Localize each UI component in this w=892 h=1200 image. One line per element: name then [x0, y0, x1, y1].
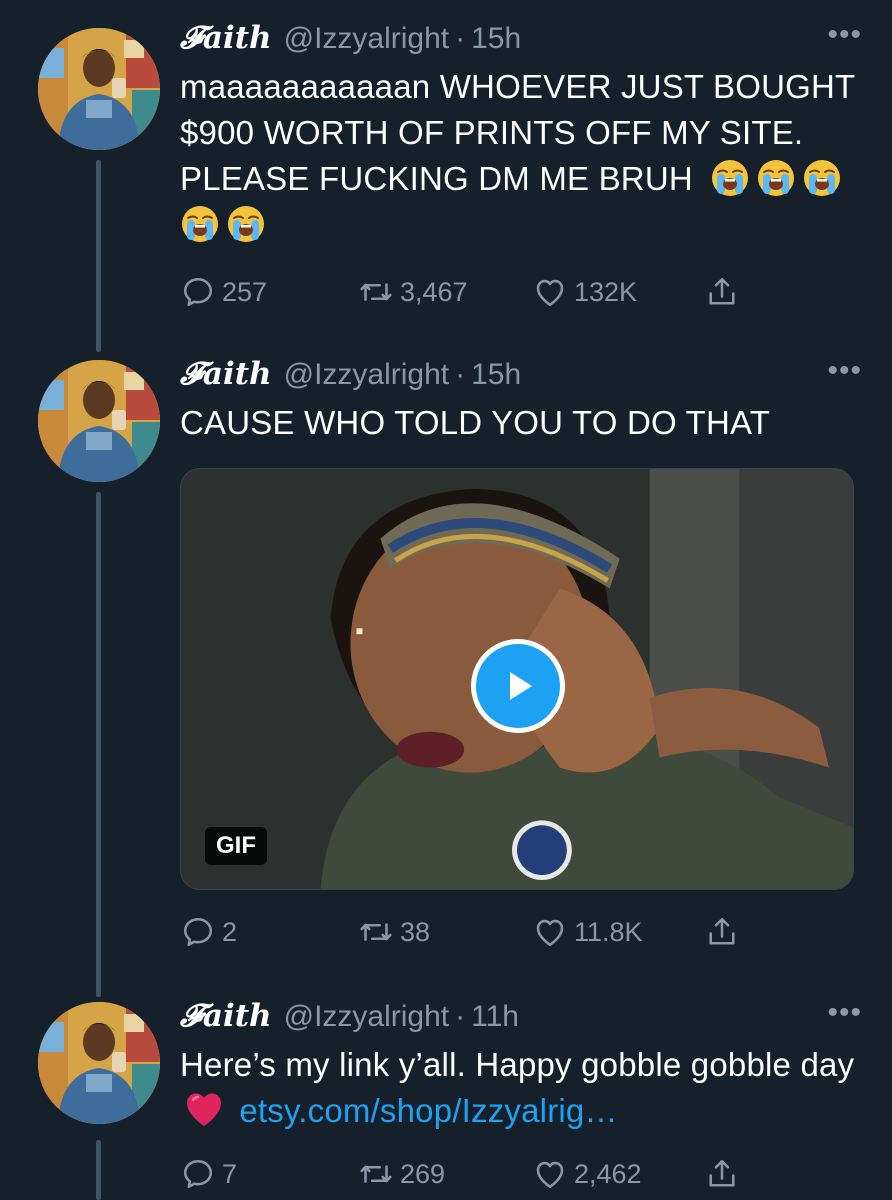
- retweet-count: 38: [400, 916, 431, 947]
- red-heart-icon: [184, 1090, 224, 1130]
- like-count: 11.8K: [574, 916, 643, 947]
- share-icon: [704, 274, 740, 310]
- separator-dot: ·: [455, 22, 466, 55]
- user-handle[interactable]: @Izzyalright: [284, 22, 450, 56]
- play-icon: [510, 672, 532, 700]
- reply-icon: [180, 274, 216, 310]
- loudly-crying-face-icon: [802, 158, 842, 198]
- tweet-body: Here’s my link y’all. Happy gobble gobbl…: [180, 1046, 855, 1083]
- tweet-text: Here’s my link y’all. Happy gobble gobbl…: [180, 1042, 862, 1134]
- reply-count: 257: [222, 276, 268, 307]
- retweet-count: 269: [400, 1158, 446, 1189]
- timestamp[interactable]: 15h: [471, 358, 521, 392]
- share-icon: [704, 914, 740, 950]
- reply-button[interactable]: 2: [180, 912, 237, 952]
- tweet-actions: 257 3,467 132K: [180, 272, 780, 312]
- tweet-actions: 2 38 11.8K: [180, 912, 780, 952]
- reply-count: 7: [222, 1158, 238, 1189]
- like-button[interactable]: 11.8K: [532, 912, 643, 952]
- more-icon[interactable]: •••: [827, 998, 862, 1028]
- more-icon[interactable]: •••: [827, 20, 862, 50]
- play-button[interactable]: [471, 639, 565, 733]
- share-button[interactable]: [704, 272, 746, 312]
- like-icon: [532, 1156, 568, 1192]
- display-name[interactable]: 𝓕aith: [180, 20, 272, 57]
- avatar[interactable]: [38, 28, 160, 150]
- display-name[interactable]: 𝓕aith: [180, 356, 272, 393]
- separator-dot: ·: [455, 1000, 466, 1033]
- tweet[interactable]: 𝓕aith @Izzyalright · 15h ••• maaaaaaaaaa…: [0, 0, 892, 340]
- tweet[interactable]: 𝓕aith @Izzyalright · 11h ••• Here’s my l…: [0, 980, 892, 1200]
- reply-count: 2: [222, 916, 238, 947]
- reply-button[interactable]: 257: [180, 272, 267, 312]
- tweet-thread: 𝓕aith @Izzyalright · 15h ••• maaaaaaaaaa…: [0, 0, 892, 1200]
- share-button[interactable]: [704, 1154, 746, 1194]
- share-button[interactable]: [704, 912, 746, 952]
- like-button[interactable]: 2,462: [532, 1154, 642, 1194]
- timestamp[interactable]: 15h: [471, 22, 521, 56]
- loudly-crying-face-icon: [710, 158, 750, 198]
- reply-icon: [180, 914, 216, 950]
- like-button[interactable]: 132K: [532, 272, 637, 312]
- user-handle[interactable]: @Izzyalright: [284, 358, 450, 392]
- tweet-actions: 7 269 2,462: [180, 1154, 780, 1194]
- reply-icon: [180, 1156, 216, 1192]
- tweet-header: 𝓕aith @Izzyalright · 15h •••: [180, 356, 862, 396]
- gif-media[interactable]: GIF: [180, 468, 854, 890]
- user-handle[interactable]: @Izzyalright: [284, 1000, 450, 1034]
- display-name[interactable]: 𝓕aith: [180, 998, 272, 1035]
- like-count: 2,462: [574, 1158, 642, 1189]
- separator-dot: ·: [455, 358, 466, 391]
- retweet-icon: [358, 1156, 394, 1192]
- timestamp[interactable]: 11h: [471, 1000, 519, 1034]
- tweet-body: maaaaaaaaaaan WHOEVER JUST BOUGHT $900 W…: [180, 68, 855, 197]
- avatar[interactable]: [38, 360, 160, 482]
- retweet-button[interactable]: 269: [358, 1154, 445, 1194]
- etsy-link[interactable]: etsy.com/shop/Izzyalrig…: [239, 1092, 617, 1129]
- retweet-icon: [358, 914, 394, 950]
- loudly-crying-face-icon: [180, 204, 220, 244]
- tweet-header: 𝓕aith @Izzyalright · 11h •••: [180, 998, 862, 1038]
- retweet-count: 3,467: [400, 276, 468, 307]
- share-icon: [704, 1156, 740, 1192]
- tweet-header: 𝓕aith @Izzyalright · 15h •••: [180, 20, 862, 60]
- like-icon: [532, 914, 568, 950]
- tweet-text: CAUSE WHO TOLD YOU TO DO THAT: [180, 404, 771, 441]
- like-count: 132K: [574, 276, 638, 307]
- reply-button[interactable]: 7: [180, 1154, 237, 1194]
- retweet-button[interactable]: 38: [358, 912, 430, 952]
- more-icon[interactable]: •••: [827, 356, 862, 386]
- loudly-crying-face-icon: [756, 158, 796, 198]
- like-icon: [532, 274, 568, 310]
- gif-badge: GIF: [205, 827, 267, 865]
- retweet-button[interactable]: 3,467: [358, 272, 468, 312]
- avatar[interactable]: [38, 1002, 160, 1124]
- loudly-crying-face-icon: [226, 204, 266, 244]
- tweet-text: maaaaaaaaaaan WHOEVER JUST BOUGHT $900 W…: [180, 64, 862, 248]
- retweet-icon: [358, 274, 394, 310]
